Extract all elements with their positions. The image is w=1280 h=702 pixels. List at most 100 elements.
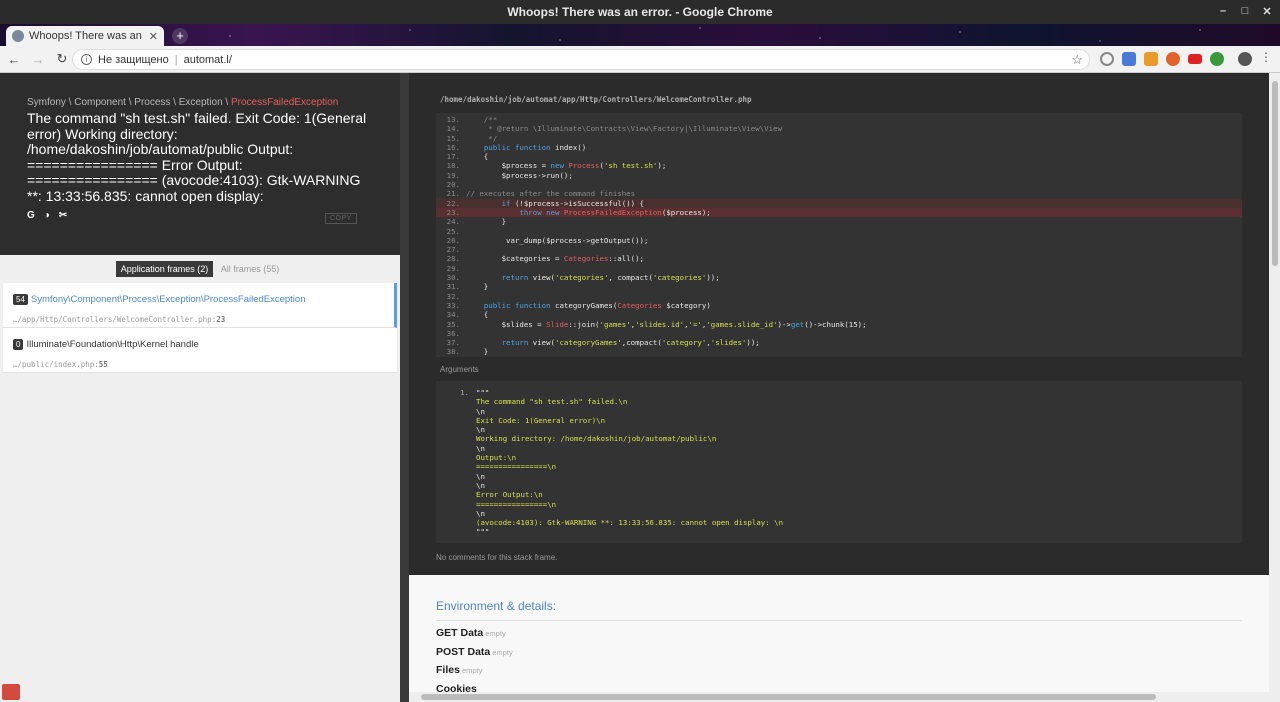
profile-avatar-icon[interactable]	[1238, 52, 1252, 66]
argument-line: """	[436, 527, 1242, 536]
google-search-icon[interactable]: G	[27, 210, 35, 221]
line-code: $process = new Process('sh test.sh');	[466, 161, 667, 171]
argument-index	[436, 472, 476, 481]
code-line: 37. return view('categoryGames',compact(…	[436, 338, 1242, 347]
code-line: 34. {	[436, 310, 1242, 319]
tab-close-icon[interactable]: ✕	[149, 30, 158, 43]
argument-text: """	[476, 527, 490, 537]
line-code: $process->run();	[466, 170, 573, 180]
line-number: 38.	[446, 347, 460, 357]
minimize-button[interactable]: –	[1216, 5, 1230, 17]
info-icon[interactable]: i	[81, 54, 92, 65]
argument-index	[436, 444, 476, 453]
code-line: 38. }	[436, 347, 1242, 356]
argument-text: \n	[476, 406, 485, 416]
env-row-files: Files empty	[436, 664, 1242, 683]
tab-all-frames[interactable]: All frames (55)	[216, 261, 285, 277]
reload-button[interactable]: ↻	[52, 51, 72, 67]
url-separator: |	[174, 53, 178, 66]
argument-line: ================\n	[436, 462, 1242, 471]
close-window-button[interactable]: ✕	[1260, 5, 1274, 18]
horizontal-scrollbar[interactable]	[409, 692, 1269, 702]
env-row-name: Files	[436, 664, 460, 676]
extension-circle-icon[interactable]	[1166, 52, 1180, 66]
line-code: return view('categoryGames',compact('cat…	[501, 338, 760, 348]
code-line: 33. public function categoryGames(Catego…	[436, 301, 1242, 310]
line-number: 30.	[446, 273, 460, 283]
breadcrumb-namespace: Symfony \ Component \ Process \ Exceptio…	[27, 97, 231, 108]
tab-application-frames[interactable]: Application frames (2)	[115, 261, 214, 277]
frame-file-path: …/public/index.php	[13, 360, 95, 369]
code-line: 25.	[436, 227, 1242, 236]
argument-line: (avocode:4103): Gtk-WARNING **: 13:33:56…	[436, 518, 1242, 527]
code-line: 29.	[436, 264, 1242, 273]
translate-extension-icon[interactable]	[1122, 52, 1136, 66]
argument-index	[436, 527, 476, 536]
line-number: 18.	[446, 161, 460, 171]
whoops-logo-icon	[2, 684, 20, 700]
line-number: 22.	[446, 198, 460, 208]
code-line: 23. throw new ProcessFailedException($pr…	[436, 207, 1242, 218]
code-line: 35. $slides = Slide::join('games','slide…	[436, 320, 1242, 329]
line-number: 15.	[446, 133, 460, 143]
argument-line: \n	[436, 407, 1242, 416]
favicon-icon	[12, 30, 24, 42]
line-number: 31.	[446, 282, 460, 292]
line-code: * @return \Illuminate\Contracts\View\Fac…	[466, 124, 782, 134]
frame-file: …/app/Http/Controllers/WelcomeController…	[13, 315, 226, 324]
argument-line: \n	[436, 472, 1242, 481]
exception-breadcrumb: Symfony \ Component \ Process \ Exceptio…	[27, 97, 374, 108]
back-button[interactable]: ←	[4, 52, 24, 67]
line-number: 23.	[446, 207, 460, 217]
line-code: $slides = Slide::join('games','slides.id…	[466, 319, 867, 329]
adblock-extension-icon[interactable]	[1188, 54, 1202, 64]
line-code: }	[466, 282, 489, 292]
line-code: throw new ProcessFailedException($proces…	[519, 207, 711, 217]
line-number: 36.	[446, 328, 460, 338]
code-line: 31. }	[436, 282, 1242, 291]
code-line: 20.	[436, 180, 1242, 189]
argument-line: 1. """	[436, 388, 1242, 397]
maximize-button[interactable]: □	[1238, 5, 1252, 17]
line-code: }	[466, 217, 507, 227]
frame-item[interactable]: 0 Illuminate\Foundation\Http\Kernel handl…	[3, 328, 397, 373]
exception-message: The command "sh test.sh" failed. Exit Co…	[27, 110, 367, 204]
exception-class: ProcessFailedException	[230, 97, 339, 108]
line-code: if (!$process->isSuccessful()) {	[501, 198, 645, 208]
details-panel: /home/dakoshin/job/automat/app/Http/Cont…	[409, 73, 1269, 702]
frame-item[interactable]: 54 Symfony\Component\Process\Exception\Pr…	[3, 283, 397, 328]
env-row-value: empty	[485, 629, 506, 638]
extension-orange-icon[interactable]	[1144, 52, 1158, 66]
code-line: 21. // executes after the command finishe…	[436, 189, 1242, 198]
stackoverflow-search-icon[interactable]: ✂	[59, 210, 67, 221]
argument-text: Exit Code: 1(General error)\n	[476, 415, 606, 425]
new-tab-button[interactable]: +	[172, 28, 188, 44]
line-code: /**	[466, 115, 498, 124]
browser-tab[interactable]: Whoops! There was an err ✕	[6, 26, 164, 46]
frame-line: 55	[98, 360, 108, 369]
extension-refresh-icon[interactable]	[1100, 52, 1114, 66]
duckduckgo-search-icon[interactable]: ◑	[44, 210, 50, 221]
argument-line: Exit Code: 1(General error)\n	[436, 416, 1242, 425]
url-text[interactable]: automat.l/	[184, 54, 232, 66]
vertical-scroll-thumb[interactable]	[1272, 81, 1278, 266]
line-code: public function categoryGames(Categories…	[483, 300, 711, 310]
forward-button[interactable]: →	[28, 52, 48, 67]
argument-line: \n	[436, 444, 1242, 453]
horizontal-scroll-thumb[interactable]	[421, 694, 1156, 700]
line-code: $categories = Categories::all();	[466, 254, 644, 264]
copy-button[interactable]: COPY	[325, 213, 357, 224]
vertical-scrollbar[interactable]	[1269, 73, 1280, 702]
menu-dots-icon[interactable]: ⋮	[1260, 50, 1272, 64]
line-number: 13.	[446, 115, 460, 124]
code-line: 24. }	[436, 217, 1242, 226]
env-row-name: GET Data	[436, 627, 484, 639]
extension-green-icon[interactable]	[1210, 52, 1224, 66]
line-number: 14.	[446, 124, 460, 134]
frame-list: 54 Symfony\Component\Process\Exception\Pr…	[3, 283, 397, 373]
code-line: 22. if (!$process->isSuccessful()) {	[436, 198, 1242, 208]
address-bar[interactable]: i Не защищено | automat.l/ ☆	[72, 49, 1090, 70]
argument-index	[436, 509, 476, 518]
bookmark-star-icon[interactable]: ☆	[1071, 52, 1083, 68]
